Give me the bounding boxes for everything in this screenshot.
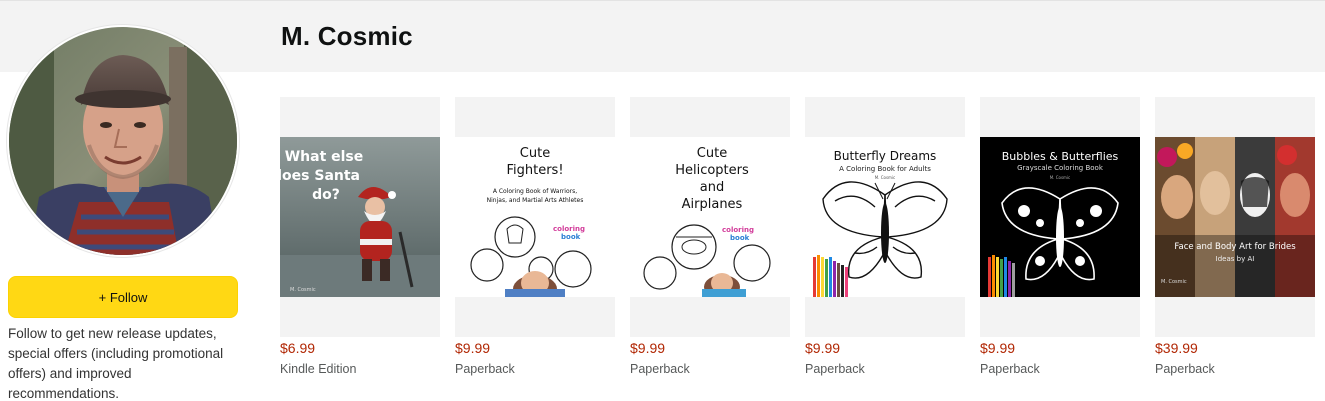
book-format[interactable]: Paperback: [630, 362, 790, 376]
cover-title-line: Cute: [520, 146, 550, 161]
book-cover[interactable]: Cute Fighters! A Coloring Book of Warrio…: [455, 97, 615, 337]
cover-title-line: Fighters!: [506, 163, 563, 178]
book-cover-art: Bubbles & Butterflies Grayscale Coloring…: [980, 137, 1140, 297]
book-cover-art: Cute Helicopters and Airplanes coloring …: [630, 137, 790, 297]
cover-subtitle-line: A Coloring Book for Adults: [839, 165, 931, 173]
cover-title-line: Cute: [697, 146, 727, 161]
cover-author: M. Cosmic: [1161, 279, 1187, 285]
cover-title-line: Helicopters: [675, 163, 749, 178]
book-card[interactable]: Cute Helicopters and Airplanes coloring …: [630, 97, 790, 376]
book-cover-art: What else does Santa do? M. Cosmic: [280, 137, 440, 297]
book-price: $39.99: [1155, 340, 1198, 356]
book-card[interactable]: Butterfly Dreams A Coloring Book for Adu…: [805, 97, 965, 376]
book-cover[interactable]: Bubbles & Butterflies Grayscale Coloring…: [980, 97, 1140, 337]
cover-title-line: Face and Body Art for Brides: [1174, 242, 1296, 252]
cover-title-line: Butterfly Dreams: [834, 149, 937, 163]
book-format[interactable]: Paperback: [455, 362, 615, 376]
book-price: $9.99: [630, 340, 666, 356]
book-cover-art: Butterfly Dreams A Coloring Book for Adu…: [805, 137, 965, 297]
cover-badge-line: book: [730, 234, 750, 242]
book-card[interactable]: Cute Fighters! A Coloring Book of Warrio…: [455, 97, 615, 376]
book-price: $9.99: [455, 340, 491, 356]
book-format[interactable]: Paperback: [805, 362, 965, 376]
cover-title-line: and: [700, 180, 724, 195]
book-format[interactable]: Paperback: [1155, 362, 1315, 376]
book-cover[interactable]: Butterfly Dreams A Coloring Book for Adu…: [805, 97, 965, 337]
book-price: $9.99: [980, 340, 1016, 356]
cover-subtitle-line: Grayscale Coloring Book: [1017, 164, 1104, 172]
cover-author: M. Cosmic: [1050, 175, 1071, 180]
author-name: M. Cosmic: [281, 21, 413, 51]
author-photo: [9, 27, 237, 255]
cover-title-line: Airplanes: [682, 197, 743, 212]
cover-title-line: Bubbles & Butterflies: [1002, 150, 1119, 163]
cover-subtitle-line: Ideas by AI: [1216, 255, 1255, 263]
cover-badge-line: coloring: [722, 226, 754, 234]
cover-subtitle-line: A Coloring Book of Warriors,: [493, 188, 577, 195]
book-card[interactable]: Bubbles & Butterflies Grayscale Coloring…: [980, 97, 1140, 376]
book-price: $6.99: [280, 340, 316, 356]
cover-author: M. Cosmic: [875, 175, 896, 180]
book-card[interactable]: What else does Santa do? M. Cosmic $6.99…: [280, 97, 440, 376]
book-format[interactable]: Paperback: [980, 362, 1140, 376]
cover-title-line: What else: [285, 149, 364, 165]
cover-title-line: do?: [312, 187, 340, 203]
book-cover[interactable]: What else does Santa do? M. Cosmic: [280, 97, 440, 337]
follow-button[interactable]: + Follow: [8, 276, 238, 318]
book-cover[interactable]: Cute Helicopters and Airplanes coloring …: [630, 97, 790, 337]
cover-badge-line: book: [561, 233, 581, 241]
book-price: $9.99: [805, 340, 841, 356]
book-cover[interactable]: Face and Body Art for Brides Ideas by AI…: [1155, 97, 1315, 337]
cover-title-line: does Santa: [280, 168, 360, 184]
cover-subtitle-line: Ninjas, and Martial Arts Athletes: [487, 197, 584, 204]
book-format[interactable]: Kindle Edition: [280, 362, 440, 376]
cover-badge-line: coloring: [553, 225, 585, 233]
book-cover-art: Cute Fighters! A Coloring Book of Warrio…: [455, 137, 615, 297]
author-avatar: [7, 25, 239, 257]
follow-note: Follow to get new release updates, speci…: [8, 326, 224, 401]
cover-author: M. Cosmic: [290, 287, 316, 293]
book-cover-art: Face and Body Art for Brides Ideas by AI…: [1155, 137, 1315, 297]
book-card[interactable]: Face and Body Art for Brides Ideas by AI…: [1155, 97, 1315, 376]
